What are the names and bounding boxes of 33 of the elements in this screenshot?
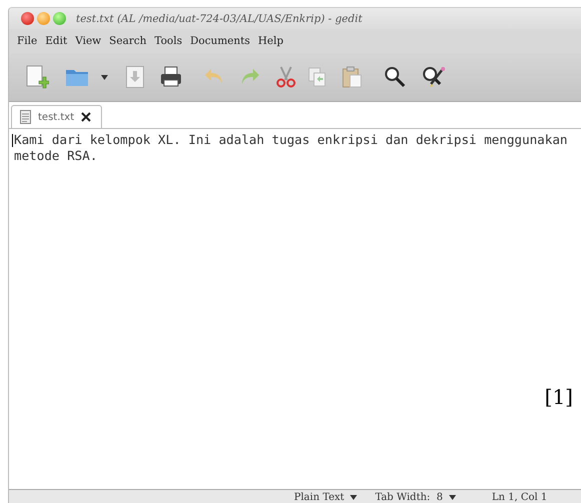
minimize-button[interactable] <box>37 12 50 25</box>
cursor-position: Ln 1, Col 1 <box>492 492 548 502</box>
copy-icon[interactable] <box>308 67 326 87</box>
text-line: metode RSA. <box>14 148 98 164</box>
menu-item[interactable]: Tools <box>150 35 186 47</box>
text-line: Kami dari kelompok XL. Ini adalah tugas enkripsi dan dekripsi menggunakan <box>14 132 568 148</box>
caret-icon <box>350 494 358 500</box>
menu-item[interactable]: Help <box>254 35 288 47</box>
menu-item[interactable]: View <box>71 35 106 47</box>
menu-item[interactable]: Documents <box>186 35 254 47</box>
window-title: test.txt (AL /media/uat-724-03/AL/UAS/Enkrip) - gedit <box>76 12 362 24</box>
download-icon[interactable] <box>126 66 144 88</box>
figure-label: [1] <box>544 385 573 409</box>
folder-icon[interactable] <box>65 67 89 87</box>
menu-item[interactable]: Edit <box>41 35 72 47</box>
scissors-icon[interactable] <box>276 66 296 88</box>
close-icon[interactable] <box>81 112 92 122</box>
language-selector[interactable]: Plain Text <box>294 492 358 502</box>
text-cursor <box>12 134 13 147</box>
document-icon <box>20 110 31 124</box>
close-button[interactable] <box>21 12 34 25</box>
maximize-button[interactable] <box>53 12 66 25</box>
new-document-icon[interactable] <box>25 64 49 90</box>
caret-icon[interactable] <box>101 74 108 80</box>
caret-icon <box>448 494 456 500</box>
search-icon[interactable] <box>384 66 406 88</box>
printer-icon[interactable] <box>160 66 182 88</box>
document-tab[interactable]: test.txt <box>11 105 102 128</box>
menu-item[interactable]: Search <box>105 35 150 47</box>
menu-item[interactable]: File <box>13 35 42 47</box>
clipboard-icon[interactable] <box>342 66 362 88</box>
tab-width-selector[interactable]: Tab Width: 8 <box>375 492 456 502</box>
search-replace-icon[interactable] <box>422 66 446 88</box>
